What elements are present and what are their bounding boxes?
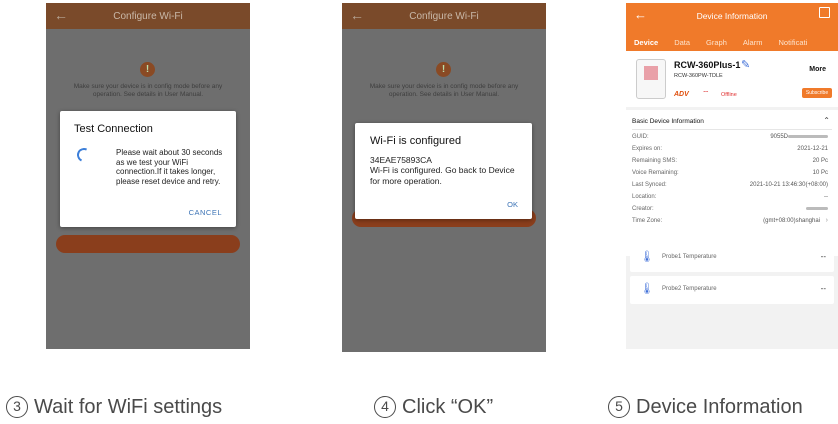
device-card: RCW-360Plus-1 ✎ RCW-360PW-TDLE ADV ⌔ Off… <box>626 51 838 107</box>
subscribe-button[interactable]: Subscribe <box>802 88 832 98</box>
tab-notification[interactable]: Notificati <box>778 38 807 47</box>
thermometer-icon: 🌡 <box>640 251 654 263</box>
device-id: 34EAE75893CA <box>370 155 432 165</box>
share-icon[interactable] <box>819 7 830 18</box>
device-image <box>636 59 666 99</box>
header-title: Configure Wi-Fi <box>113 10 183 22</box>
info-row-last-synced: Last Synced: 2021-10-21 13:46:30(+08:00) <box>632 182 828 188</box>
back-arrow-icon[interactable]: ← <box>54 7 68 23</box>
wifi-configured-dialog: Wi-Fi is configured 34EAE75893CA Wi-Fi i… <box>355 123 532 219</box>
header-bar: ← Configure Wi-Fi <box>46 3 250 29</box>
step-caption-4: 4 Click “OK” <box>374 396 493 419</box>
tab-graph[interactable]: Graph <box>706 38 727 47</box>
probe-card-1[interactable]: 🌡 Probe1 Temperature -- <box>630 244 834 272</box>
device-name: RCW-360Plus-1 <box>674 60 741 70</box>
step-number: 5 <box>608 396 630 418</box>
tab-alarm[interactable]: Alarm <box>743 38 763 47</box>
step-caption-3: 3 Wait for WiFi settings <box>6 396 222 419</box>
loading-spinner-icon <box>75 146 93 164</box>
step-number: 3 <box>6 396 28 418</box>
wifi-icon: ⌔ <box>702 89 710 98</box>
basic-info-panel: Basic Device Information ⌃ GUID: 9055D E… <box>626 110 838 256</box>
device-model: RCW-360PW-TDLE <box>674 73 723 79</box>
dimmed-button <box>56 235 240 253</box>
instruction-text: Make sure your device is in config mode … <box>73 83 223 99</box>
info-row-creator: Creator: <box>632 206 828 216</box>
thermometer-icon: 🌡 <box>640 283 654 295</box>
probe-card-2[interactable]: 🌡 Probe2 Temperature -- <box>630 276 834 304</box>
tab-bar: Device Data Graph Alarm Notificati <box>626 33 838 51</box>
divider <box>632 129 832 130</box>
dialog-title: Test Connection <box>74 123 153 135</box>
header-bar: ← Device Information Device Data Graph A… <box>626 3 838 51</box>
info-row-voice: Voice Remaining: 10 Pc <box>632 170 828 176</box>
exclamation-icon: ! <box>140 62 155 77</box>
info-row-timezone[interactable]: Time Zone: (gmt+08:00)shanghai › <box>632 217 828 228</box>
section-title: Basic Device Information <box>632 118 704 125</box>
header-title: Configure Wi-Fi <box>409 10 479 22</box>
test-connection-dialog: Test Connection Please wait about 30 sec… <box>60 111 236 227</box>
tab-data[interactable]: Data <box>674 38 690 47</box>
dialog-message: Please wait about 30 seconds as we test … <box>116 148 223 186</box>
dialog-title: Wi-Fi is configured <box>370 135 462 147</box>
phone-screen-wait: ← Configure Wi-Fi ! Make sure your devic… <box>46 3 250 349</box>
cancel-button[interactable]: CANCEL <box>189 208 222 217</box>
tab-device[interactable]: Device <box>634 38 658 47</box>
info-row-location: Location: -- <box>632 194 828 200</box>
exclamation-icon: ! <box>436 62 451 77</box>
info-row-guid: GUID: 9055D <box>632 134 828 144</box>
redacted-value <box>788 134 828 138</box>
more-button[interactable]: More <box>809 66 826 73</box>
step-caption-5: 5 Device Information <box>608 396 803 419</box>
header-bar: ← Configure Wi-Fi <box>342 3 546 29</box>
instruction-text: Make sure your device is in config mode … <box>369 83 519 99</box>
phone-screen-configured: ← Configure Wi-Fi ! Make sure your devic… <box>342 3 546 352</box>
chevron-up-icon[interactable]: ⌃ <box>823 116 830 125</box>
phone-screen-device-info: ← Device Information Device Data Graph A… <box>626 3 838 349</box>
step-number: 4 <box>374 396 396 418</box>
dialog-message: Wi-Fi is configured. Go back to Device f… <box>370 165 515 186</box>
chevron-right-icon: › <box>825 217 828 224</box>
redacted-value <box>806 206 828 210</box>
info-row-sms: Remaining SMS: 20 Pc <box>632 158 828 164</box>
status-badge: Offline <box>721 92 737 98</box>
edit-pencil-icon[interactable]: ✎ <box>741 58 750 71</box>
info-row-expires: Expires on: 2021-12-21 <box>632 146 828 152</box>
header-title: Device Information <box>696 11 768 21</box>
back-arrow-icon[interactable]: ← <box>350 7 364 23</box>
ok-button[interactable]: OK <box>507 200 518 209</box>
adv-badge: ADV <box>674 91 689 98</box>
